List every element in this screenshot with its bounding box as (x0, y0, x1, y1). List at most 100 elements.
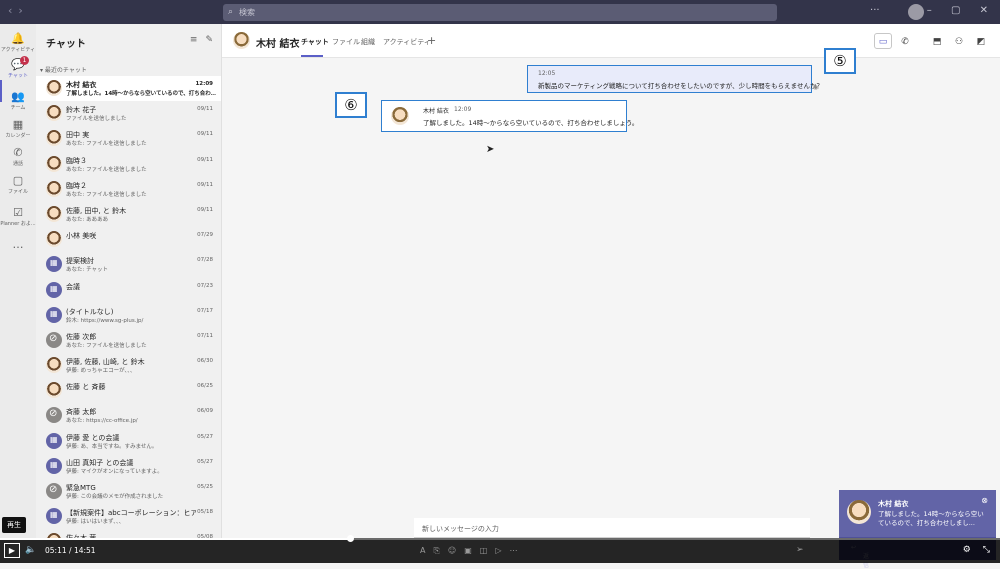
time-separator: / (69, 546, 72, 555)
rail-item-4[interactable]: ✆ 通話 (0, 146, 36, 167)
current-time: 05:11 (45, 546, 67, 555)
chevron-right-icon[interactable]: › (18, 4, 28, 17)
popout-icon[interactable]: ◩ (972, 34, 990, 50)
more-icon[interactable]: ⋯ (510, 546, 526, 555)
attach-icon[interactable]: ⎘ (433, 546, 447, 555)
chat-list-item[interactable]: 【新規案件】abcコーポレーション：ヒアリン...伊藤: はいはいまず、、、05… (36, 504, 221, 529)
avatar (46, 180, 62, 197)
rail-item-7[interactable]: … (0, 238, 36, 252)
chat-list-item[interactable]: 鈴木 花子 ファイルを送信しました 09/11 (36, 101, 221, 126)
rail-icon: … (12, 238, 24, 251)
chat-list-item[interactable]: 臨時２ あなた: ファイルを送信しました 09/11 (36, 177, 221, 202)
rail-item-6[interactable]: ☑ Planner およ... (0, 206, 36, 227)
chat-list-item[interactable]: 佐藤 と 斉藤 06/25 (36, 378, 221, 403)
rail-item-0[interactable]: 🔔 アクティビティ (0, 32, 36, 53)
chat-list-item[interactable]: 佐藤, 田中, と 鈴木 あなた: ああああ 09/11 (36, 202, 221, 227)
chat-preview: あなた: ファイルを送信しました (66, 141, 147, 148)
rail-item-1[interactable]: 💬 チャット 1 (0, 56, 36, 79)
chat-list-item[interactable]: 会議 07/23 (36, 278, 221, 303)
tab-activity[interactable]: アクティビティ (383, 37, 431, 47)
chat-name: 佐藤 と 斉藤 (66, 383, 106, 392)
chat-list-item[interactable]: 斉藤 太郎あなた: https://cc-office.jp/06/09 (36, 403, 221, 428)
message-time: 12:09 (454, 106, 472, 113)
minimize-icon[interactable]: – (927, 5, 932, 16)
avatar (46, 432, 62, 449)
play-button[interactable]: ▶ (4, 543, 20, 558)
section-header[interactable]: ▾ 最近のチャット (36, 58, 221, 76)
avatar (46, 407, 62, 424)
more-options-icon[interactable]: ··· (870, 5, 880, 16)
chat-list-item[interactable]: (タイトルなし)鈴木: https://www.sg-plus.jp/07/17 (36, 303, 221, 328)
avatar (46, 382, 62, 399)
player-right-controls: ⚙ ⤡ (951, 545, 990, 555)
new-chat-icon[interactable]: ✎ (205, 35, 213, 45)
chat-list-item[interactable]: 小林 美咲 07/29 (36, 227, 221, 252)
outgoing-message[interactable]: 12:05 新製品のマーケティング戦略について打ち合わせをしたいのですが、少し時… (527, 65, 823, 93)
avatar (233, 32, 250, 49)
avatar (46, 231, 62, 248)
chat-preview: 伊藤: あ、本当ですね。すみません。 (66, 443, 158, 450)
message-text: 新製品のマーケティング戦略について打ち合わせをしたいのですが、少し時間をもらえま… (538, 82, 823, 90)
chat-preview: 伊藤: マイクがオンになっていますよ。 (66, 468, 163, 475)
rail-icon: 🔔 (11, 32, 25, 45)
rail-item-3[interactable]: ▦ カレンダー (0, 118, 36, 139)
chat-preview: 伊藤: めっちゃエコーが、、、 (66, 368, 136, 375)
rail-label: チャット (8, 73, 28, 79)
chat-date: 07/28 (197, 257, 213, 264)
title-bar: ‹› ⌕ 検索 ··· – ▢ ✕ (0, 0, 1000, 24)
chat-list-item[interactable]: 佐々木 茜伊藤: https://teams.microsoft.com/l/m… (36, 529, 221, 538)
avatar (46, 331, 62, 348)
gif-icon[interactable]: ▣ (464, 546, 480, 555)
play-tooltip: 再生 (2, 517, 26, 533)
send-icon[interactable]: ➢ (796, 545, 804, 555)
search-input[interactable]: ⌕ 検索 (223, 4, 777, 21)
tab-organization[interactable]: 組織 (361, 37, 375, 47)
play-icon: ▶ (8, 546, 16, 555)
settings-icon[interactable]: ⚙ (963, 545, 971, 555)
add-tab-icon[interactable]: + (427, 34, 436, 47)
people-icon[interactable]: ⚇ (950, 34, 968, 50)
share-screen-icon[interactable]: ⬒ (928, 34, 946, 50)
volume-icon[interactable]: 🔈 (25, 545, 36, 555)
sticker-icon[interactable]: ◫ (480, 546, 496, 555)
format-icon[interactable]: A (420, 546, 433, 555)
chat-list-item[interactable]: 提案検討あなた: チャット07/28 (36, 252, 221, 277)
chat-list-pane: チャット ⌄ ≡ ✎ ▾ 最近のチャット 木村 結衣 了解しました。14時～からなら… (36, 24, 222, 538)
filter-icon[interactable]: ≡ (190, 35, 198, 45)
maximize-icon[interactable]: ▢ (951, 5, 960, 16)
tab-files[interactable]: ファイル (332, 37, 360, 47)
search-placeholder: 検索 (239, 8, 255, 17)
video-call-icon[interactable]: ▭ (874, 33, 892, 49)
rail-item-2[interactable]: 👥 チーム (0, 90, 36, 111)
meet-icon[interactable]: ▷ (495, 546, 509, 555)
chat-date: 06/30 (197, 358, 213, 365)
chat-list-item[interactable]: 伊藤 愛 との会議伊藤: あ、本当ですね。すみません。05/27 (36, 429, 221, 454)
emoji-icon[interactable]: ☺ (448, 546, 464, 555)
progress-knob[interactable] (347, 535, 354, 542)
rail-icon: ✆ (13, 146, 23, 159)
toast-text: 了解しました。14時～からなら空いているので、打ち合わせしまし... (878, 510, 984, 527)
chat-list-item[interactable]: 臨時３ あなた: ファイルを送信しました 09/11 (36, 152, 221, 177)
chat-list-item[interactable]: 田中 実あなた: ファイルを送信しました 09/11 (36, 126, 221, 151)
close-icon[interactable]: ✕ (980, 5, 988, 16)
close-icon[interactable]: ⊗ (981, 496, 988, 505)
rail-item-5[interactable]: ▢ ファイル (0, 174, 36, 195)
chevron-down-icon[interactable]: ⌄ (78, 35, 85, 44)
avatar (46, 357, 62, 374)
profile-avatar[interactable] (908, 4, 924, 20)
fullscreen-icon[interactable]: ⤡ (983, 545, 990, 555)
chat-list-header: チャット ⌄ ≡ ✎ (36, 24, 221, 58)
message-composer[interactable]: 新しいメッセージの入力 (414, 518, 810, 538)
chat-list-item[interactable]: 山田 真知子 との会議伊藤: マイクがオンになっていますよ。05/27 (36, 454, 221, 479)
chat-list-item[interactable]: 伊藤, 佐藤, 山崎, と 鈴木 伊藤: めっちゃエコーが、、、 06/30 (36, 353, 221, 378)
tab-chat[interactable]: チャット (301, 37, 329, 47)
chat-list-item[interactable]: 緊急MTG伊藤: この会議のメモが作成されました05/25 (36, 479, 221, 504)
chevron-left-icon[interactable]: ‹ (8, 4, 18, 17)
history-nav[interactable]: ‹› (8, 4, 29, 17)
avatar (46, 457, 62, 474)
incoming-message[interactable]: 木村 結衣 12:09 了解しました。14時～からなら空いているので、打ち合わせ… (381, 100, 638, 132)
active-tab-underline (301, 55, 323, 57)
audio-call-icon[interactable]: ✆ (896, 34, 914, 50)
chat-list-item[interactable]: 佐藤 次郎あなた: ファイルを送信しました07/11 (36, 328, 221, 353)
chat-list-item[interactable]: 木村 結衣 了解しました。14時～からなら空いているので、打ち合わ... 12:09 (36, 76, 221, 102)
